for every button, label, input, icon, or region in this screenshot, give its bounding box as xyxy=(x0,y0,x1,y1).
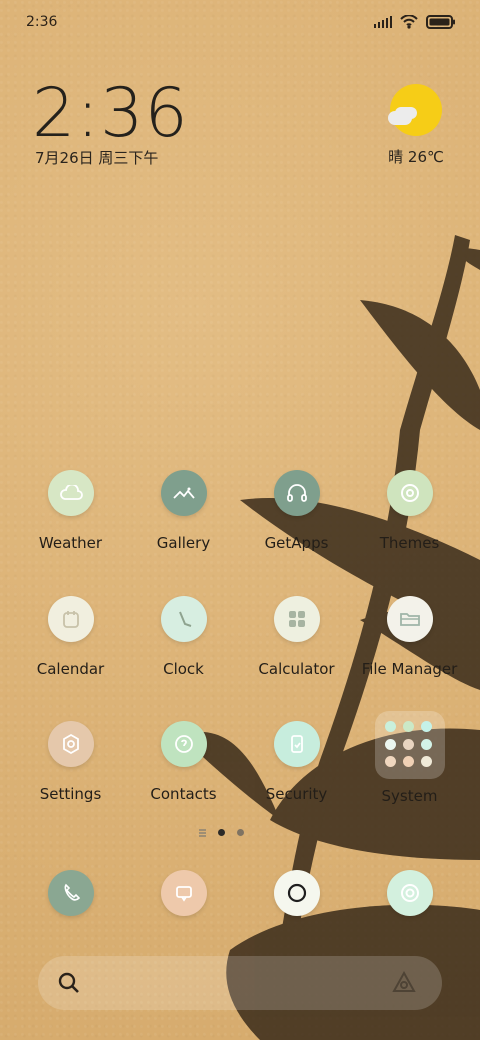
weather-text: 晴 26℃ xyxy=(388,148,444,166)
app-settings[interactable]: Settings xyxy=(14,721,127,805)
app-label: Calendar xyxy=(36,660,105,678)
search-bar[interactable] xyxy=(38,956,442,1010)
landscape-icon xyxy=(160,470,207,516)
assistant-icon[interactable] xyxy=(390,969,418,997)
app-label: Gallery xyxy=(156,534,211,552)
themes-icon xyxy=(386,470,433,516)
folder-icon xyxy=(386,596,433,642)
calendar-icon xyxy=(47,596,94,642)
app-label: Settings xyxy=(39,785,102,803)
app-clock[interactable]: Clock xyxy=(127,596,240,678)
app-label: System xyxy=(381,787,438,805)
page-indicator[interactable] xyxy=(199,829,244,836)
dock-phone[interactable] xyxy=(14,870,127,916)
dock-browser[interactable] xyxy=(240,870,353,916)
app-label: Clock xyxy=(163,660,204,678)
app-themes[interactable]: Themes xyxy=(353,470,466,552)
messages-icon xyxy=(160,870,207,916)
security-icon xyxy=(273,721,320,767)
clock-widget-time[interactable]: 2:36 xyxy=(32,74,189,153)
app-system-folder[interactable]: System xyxy=(353,711,466,805)
app-calculator[interactable]: Calculator xyxy=(240,596,353,678)
app-label: Security xyxy=(265,785,328,803)
search-icon[interactable] xyxy=(58,972,80,994)
app-label: Weather xyxy=(38,534,103,552)
contacts-icon xyxy=(160,721,207,767)
app-file-manager[interactable]: File Manager xyxy=(353,596,466,678)
app-label: Calculator xyxy=(258,660,335,678)
page-dot[interactable] xyxy=(237,829,244,836)
camera-icon xyxy=(386,870,433,916)
browser-icon xyxy=(273,870,320,916)
app-label: File Manager xyxy=(361,660,458,678)
settings-icon xyxy=(47,721,94,767)
app-label: Themes xyxy=(379,534,440,552)
clock-icon xyxy=(160,596,207,642)
headset-icon xyxy=(273,470,320,516)
dock-messages[interactable] xyxy=(127,870,240,916)
app-label: Contacts xyxy=(150,785,217,803)
partly-sunny-icon xyxy=(388,84,442,136)
system-folder-icon xyxy=(374,711,445,779)
battery-icon xyxy=(426,15,455,29)
wifi-icon xyxy=(400,15,418,29)
app-label: GetApps xyxy=(264,534,329,552)
status-bar: 2:36 xyxy=(26,12,456,32)
app-getapps[interactable]: GetApps xyxy=(240,470,353,552)
app-contacts[interactable]: Contacts xyxy=(127,721,240,805)
menu-icon xyxy=(199,831,206,834)
app-weather[interactable]: Weather xyxy=(14,470,127,552)
app-calendar[interactable]: Calendar xyxy=(14,596,127,678)
status-time: 2:36 xyxy=(26,14,58,30)
phone-icon xyxy=(47,870,94,916)
dock xyxy=(14,870,466,916)
app-security[interactable]: Security xyxy=(240,721,353,805)
app-gallery[interactable]: Gallery xyxy=(127,470,240,552)
clock-widget-date[interactable]: 7月26日 周三下午 xyxy=(35,147,158,168)
signal-icon xyxy=(374,16,392,28)
cloud-icon xyxy=(47,470,94,516)
calculator-icon xyxy=(273,596,320,642)
weather-widget[interactable]: 晴 26℃ xyxy=(386,84,446,167)
dock-camera[interactable] xyxy=(353,870,466,916)
page-dot-active[interactable] xyxy=(218,829,225,836)
